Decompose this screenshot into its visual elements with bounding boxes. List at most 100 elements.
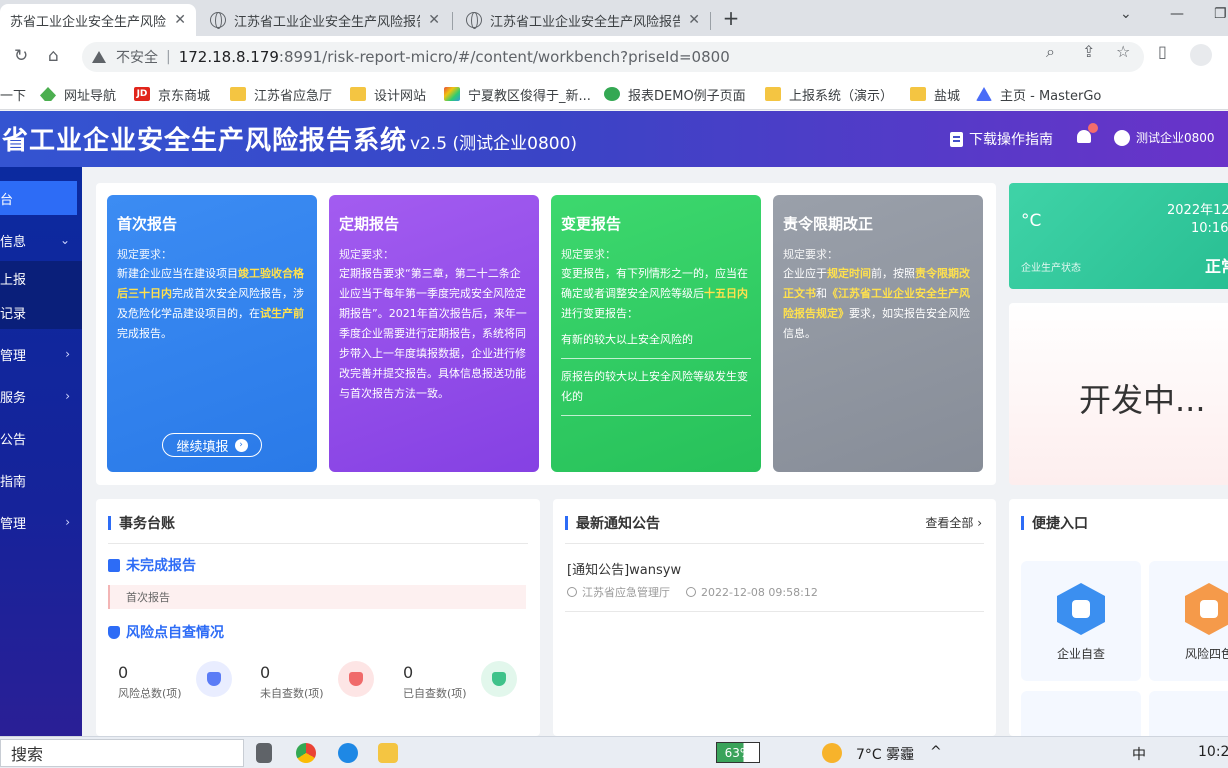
star-icon[interactable]: ☆: [1116, 42, 1130, 61]
reload-icon[interactable]: ↻: [14, 46, 28, 66]
profile-icon[interactable]: [1190, 44, 1212, 66]
bookmark-item[interactable]: 盐城: [910, 84, 960, 104]
close-icon[interactable]: ✕: [174, 12, 186, 28]
taskbar: 搜索 63% 7°C 雾霾 ^ 中 10:2: [0, 736, 1228, 768]
mastergo-icon: [976, 87, 992, 101]
check-shield-icon: [481, 661, 517, 697]
requirement-label: 规定要求：: [561, 248, 616, 261]
sidebar-item-workbench[interactable]: 台: [0, 181, 77, 215]
close-icon[interactable]: ✕: [428, 12, 440, 28]
tray-expand-icon[interactable]: ^: [930, 744, 942, 760]
browser-tab-2[interactable]: 江苏省工业企业安全生产风险报告 ✕: [200, 4, 450, 36]
file-explorer-icon[interactable]: [378, 743, 398, 763]
pending-label: 首次报告: [126, 591, 170, 604]
card-title: 首次报告: [117, 215, 178, 233]
continue-fill-button[interactable]: 继续填报 ›: [162, 433, 262, 457]
site-icon: [444, 87, 460, 101]
bookmark-item[interactable]: JD 京东商城: [134, 84, 210, 104]
bookmark-item[interactable]: 江苏省应急厅: [230, 84, 332, 104]
sidebar-item-label: 记录: [0, 306, 27, 322]
first-report-card[interactable]: 首次报告 规定要求： 新建企业应当在建设项目竣工验收合格后三十日内完成首次安全风…: [107, 195, 317, 472]
new-tab-icon[interactable]: +: [720, 6, 742, 30]
stat-value: 0: [403, 663, 414, 682]
notice-title[interactable]: [通知公告]wansyw: [567, 559, 681, 578]
browser-tab-1[interactable]: 苏省工业企业安全生产风险报告 ✕: [0, 4, 196, 36]
chrome-icon[interactable]: [296, 743, 316, 763]
bookmark-item[interactable]: 主页 - MasterGo: [976, 84, 1101, 104]
bookmark-item[interactable]: 一下: [0, 84, 26, 104]
sidebar-item-label: 服务: [0, 390, 27, 406]
ime-indicator[interactable]: 中: [1132, 744, 1146, 764]
sidebar-item-records[interactable]: 记录: [0, 295, 82, 329]
close-icon[interactable]: ✕: [688, 12, 700, 28]
title-bar: [108, 516, 111, 530]
title-text: 最新通知公告: [576, 516, 660, 532]
sidebar-item-notice[interactable]: 公告: [0, 421, 82, 455]
notification-badge: [1088, 123, 1098, 133]
bookmark-item[interactable]: 设计网站: [350, 84, 426, 104]
stat-label: 未自查数(项): [260, 687, 324, 700]
bookmark-item[interactable]: 网址导航: [40, 84, 116, 104]
pending-report-item[interactable]: 首次报告: [108, 585, 526, 609]
correction-card[interactable]: 责令限期改正 规定要求： 企业应于规定时间前，按照责令限期改正文书和《江苏省工业…: [773, 195, 983, 472]
globe-icon: [210, 12, 226, 29]
sidepanel-icon[interactable]: ▯: [1158, 42, 1167, 61]
sidebar-item-admin[interactable]: 管理 ›: [0, 505, 82, 539]
clock-icon: [686, 587, 696, 597]
restore-icon[interactable]: ❐: [1214, 6, 1227, 22]
change-report-card[interactable]: 变更报告 规定要求： 变更报告，有下列情形之一的，应当在确定或者调整安全风险等级…: [551, 195, 761, 472]
clock[interactable]: 10:2: [1198, 744, 1228, 760]
url-input[interactable]: 不安全 | 172.18.8.179 :8991/risk-report-mic…: [82, 42, 1144, 72]
divider: [108, 543, 528, 544]
tab-divider: [452, 12, 453, 30]
sidebar-item-info[interactable]: 信息 ⌄: [0, 223, 82, 257]
edge-icon[interactable]: [338, 743, 358, 763]
view-all-link[interactable]: 查看全部 ›: [925, 514, 982, 531]
bookmark-item[interactable]: 宁夏教区俊得于_新...: [444, 84, 591, 104]
divider: [561, 358, 751, 359]
url-host: 172.18.8.179: [178, 48, 279, 66]
sidebar-item-guide[interactable]: 指南: [0, 463, 82, 497]
status-label: 企业生产状态: [1021, 263, 1081, 274]
browser-tab-3[interactable]: 江苏省工业企业安全生产风险报告 ✕: [456, 4, 710, 36]
stat-value: 0: [118, 663, 129, 682]
card-title: 定期报告: [339, 215, 400, 233]
periodic-report-card[interactable]: 定期报告 规定要求： 定期报告要求“第三章，第二十二条企业应当于每年第一季度完成…: [329, 195, 539, 472]
sidebar-item-manage[interactable]: 管理 ›: [0, 337, 82, 371]
guide-label: 下载操作指南: [969, 132, 1053, 148]
minimize-icon[interactable]: —: [1170, 6, 1184, 22]
status-value: 正常: [1205, 257, 1228, 276]
task-view-icon[interactable]: [256, 743, 272, 763]
quick-self-check[interactable]: 企业自查: [1021, 561, 1141, 681]
stat-label: 已自查数(项): [403, 687, 467, 700]
quick-risk-color[interactable]: 风险四色: [1149, 561, 1228, 681]
quick-item-4[interactable]: [1149, 691, 1228, 736]
folder-icon: [765, 87, 781, 101]
zoom-icon[interactable]: ⌕: [1046, 42, 1055, 62]
sidebar-item-service[interactable]: 服务 ›: [0, 379, 82, 413]
taskbar-search[interactable]: 搜索: [0, 739, 244, 767]
section-label: 风险点自查情况: [126, 625, 224, 641]
requirement-label: 规定要求：: [117, 248, 172, 261]
bookmark-item[interactable]: 报表DEMO例子页面: [604, 84, 746, 104]
home-icon[interactable]: ⌂: [48, 46, 59, 66]
bookmark-item[interactable]: 上报系统（演示）: [765, 84, 893, 104]
warning-icon: [92, 51, 106, 63]
share-icon[interactable]: ⇪: [1082, 42, 1095, 61]
weather-text[interactable]: 7°C 雾霾: [856, 744, 914, 764]
user-menu[interactable]: 测试企业0800: [1114, 129, 1215, 146]
tab-search-icon[interactable]: ⌄: [1120, 6, 1132, 22]
chevron-right-icon: ›: [977, 516, 982, 530]
panel-title: 事务台账: [108, 513, 175, 533]
tab-title: 江苏省工业企业安全生产风险报告: [234, 14, 421, 30]
stat-value: 0: [260, 663, 271, 682]
url-path: :8991/risk-report-micro/#/content/workbe…: [278, 48, 730, 66]
text-part: 企业应于: [783, 267, 827, 280]
download-guide-link[interactable]: 下载操作指南: [950, 129, 1053, 149]
bell-icon[interactable]: [1076, 123, 1098, 147]
sidebar-item-report[interactable]: 上报: [0, 261, 82, 295]
weather-icon[interactable]: [822, 743, 842, 763]
quick-item-3[interactable]: [1021, 691, 1141, 736]
text-part: 进行变更报告：: [561, 307, 638, 320]
insecure-label: 不安全: [116, 50, 158, 66]
